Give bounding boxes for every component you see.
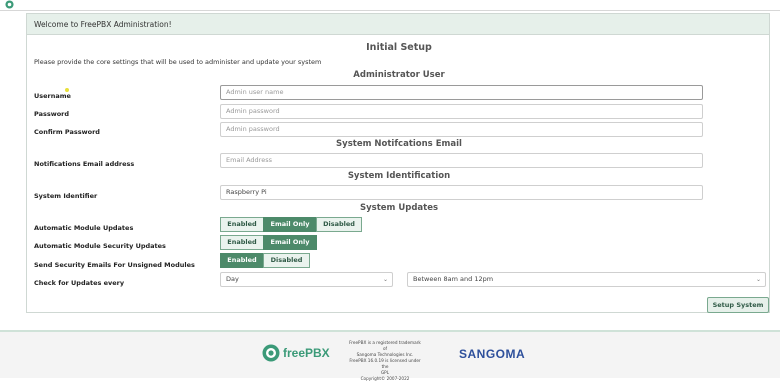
auto-security-label: Automatic Module Security Updates <box>34 242 166 250</box>
chevron-down-icon: ⌄ <box>755 276 761 283</box>
freepbx-brand-text: freePBX <box>283 346 330 360</box>
sangoma-logo: SANGOMA <box>459 347 526 361</box>
check-updates-label: Check for Updates every <box>34 279 125 287</box>
freepbx-brand: freePBX <box>262 344 330 362</box>
username-input[interactable]: Admin user name <box>220 85 703 100</box>
confirm-password-label: Confirm Password <box>34 128 100 136</box>
unsigned-toggle: Enabled Disabled <box>220 253 310 268</box>
update-day-select[interactable]: Day ⌄ <box>220 272 393 287</box>
freepbx-logo-icon <box>262 344 280 362</box>
unsigned-enabled[interactable]: Enabled <box>220 253 264 268</box>
confirm-password-input[interactable]: Admin password <box>220 122 703 137</box>
auto-module-label: Automatic Module Updates <box>34 224 134 232</box>
identifier-label: System Identifier <box>34 192 98 200</box>
legal-line: FreePBX 16.0.19 is licensed under the <box>349 358 421 369</box>
required-indicator <box>65 88 69 92</box>
auto-security-toggle: Enabled Email Only <box>220 235 317 250</box>
auto-module-enabled[interactable]: Enabled <box>220 217 264 232</box>
legal-line: FreePBX is a registered trademark of <box>349 340 421 351</box>
legal-text: FreePBX is a registered trademark of San… <box>349 340 421 382</box>
updates-heading: System Updates <box>359 203 439 213</box>
legal-line: Copyright© 2007-2022 <box>360 376 410 381</box>
update-time-value: Between 8am and 12pm <box>413 275 494 283</box>
notifications-heading: System Notifcations Email <box>336 139 462 149</box>
top-bar <box>0 0 780 11</box>
password-label: Password <box>34 110 70 118</box>
setup-panel: Welcome to FreePBX Administration! Initi… <box>26 13 770 313</box>
intro-text: Please provide the core settings that wi… <box>34 58 322 66</box>
chevron-down-icon: ⌄ <box>382 276 388 283</box>
unsigned-label: Send Security Emails For Unsigned Module… <box>34 261 195 269</box>
admin-heading: Administrator User <box>353 70 445 80</box>
identifier-input[interactable]: Raspberry Pi <box>220 185 703 200</box>
panel-header: Welcome to FreePBX Administration! <box>27 14 769 35</box>
email-label: Notifications Email address <box>34 160 135 168</box>
password-input[interactable]: Admin password <box>220 104 703 119</box>
username-label: Username <box>34 92 71 100</box>
auto-module-toggle: Enabled Email Only Disabled <box>220 217 362 232</box>
auto-security-enabled[interactable]: Enabled <box>220 235 264 250</box>
update-day-value: Day <box>226 275 239 283</box>
freepbx-logo-icon[interactable] <box>4 0 15 9</box>
footer: freePBX FreePBX is a registered trademar… <box>0 330 780 381</box>
unsigned-disabled[interactable]: Disabled <box>263 253 310 268</box>
page-title: Initial Setup <box>366 42 432 53</box>
identification-heading: System Identification <box>347 171 451 181</box>
setup-system-button[interactable]: Setup System <box>707 297 769 313</box>
auto-security-email-only[interactable]: Email Only <box>263 235 317 250</box>
auto-module-disabled[interactable]: Disabled <box>316 217 362 232</box>
auto-module-email-only[interactable]: Email Only <box>263 217 317 232</box>
update-time-select[interactable]: Between 8am and 12pm ⌄ <box>407 272 766 287</box>
email-input[interactable]: Email Address <box>220 153 703 168</box>
